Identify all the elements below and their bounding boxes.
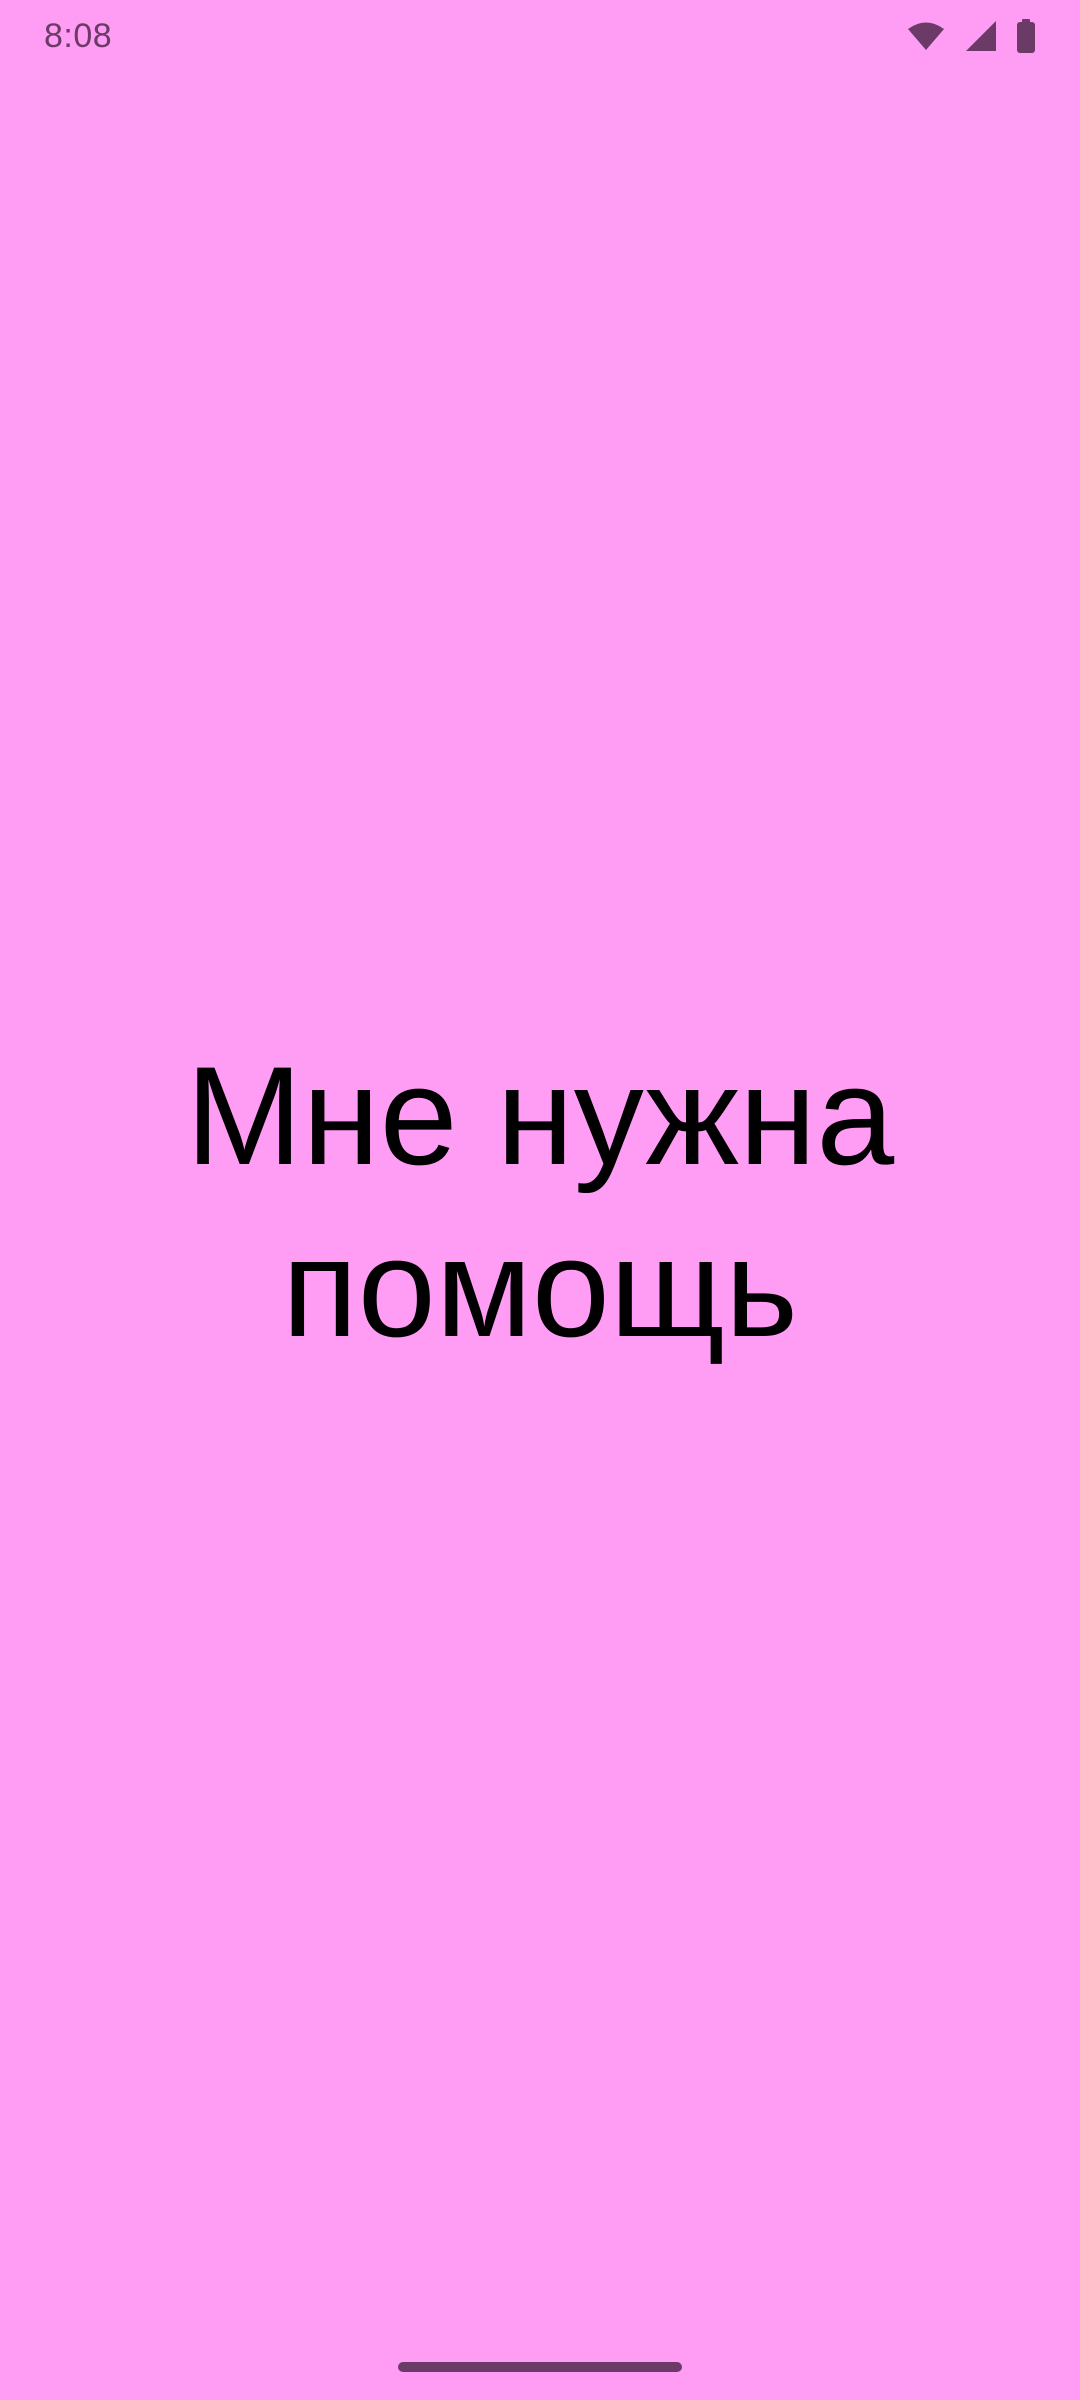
status-icons (906, 19, 1036, 53)
help-message: Мне нужна помощь (0, 1030, 1080, 1374)
help-message-line-1: Мне нужна (185, 1037, 895, 1194)
status-bar: 8:08 (0, 0, 1080, 72)
home-indicator[interactable] (398, 2362, 682, 2372)
wifi-icon (906, 20, 946, 52)
battery-icon (1016, 19, 1036, 53)
status-time: 8:08 (44, 16, 113, 55)
cellular-signal-icon (964, 19, 998, 53)
help-message-line-2: помощь (282, 1209, 798, 1366)
